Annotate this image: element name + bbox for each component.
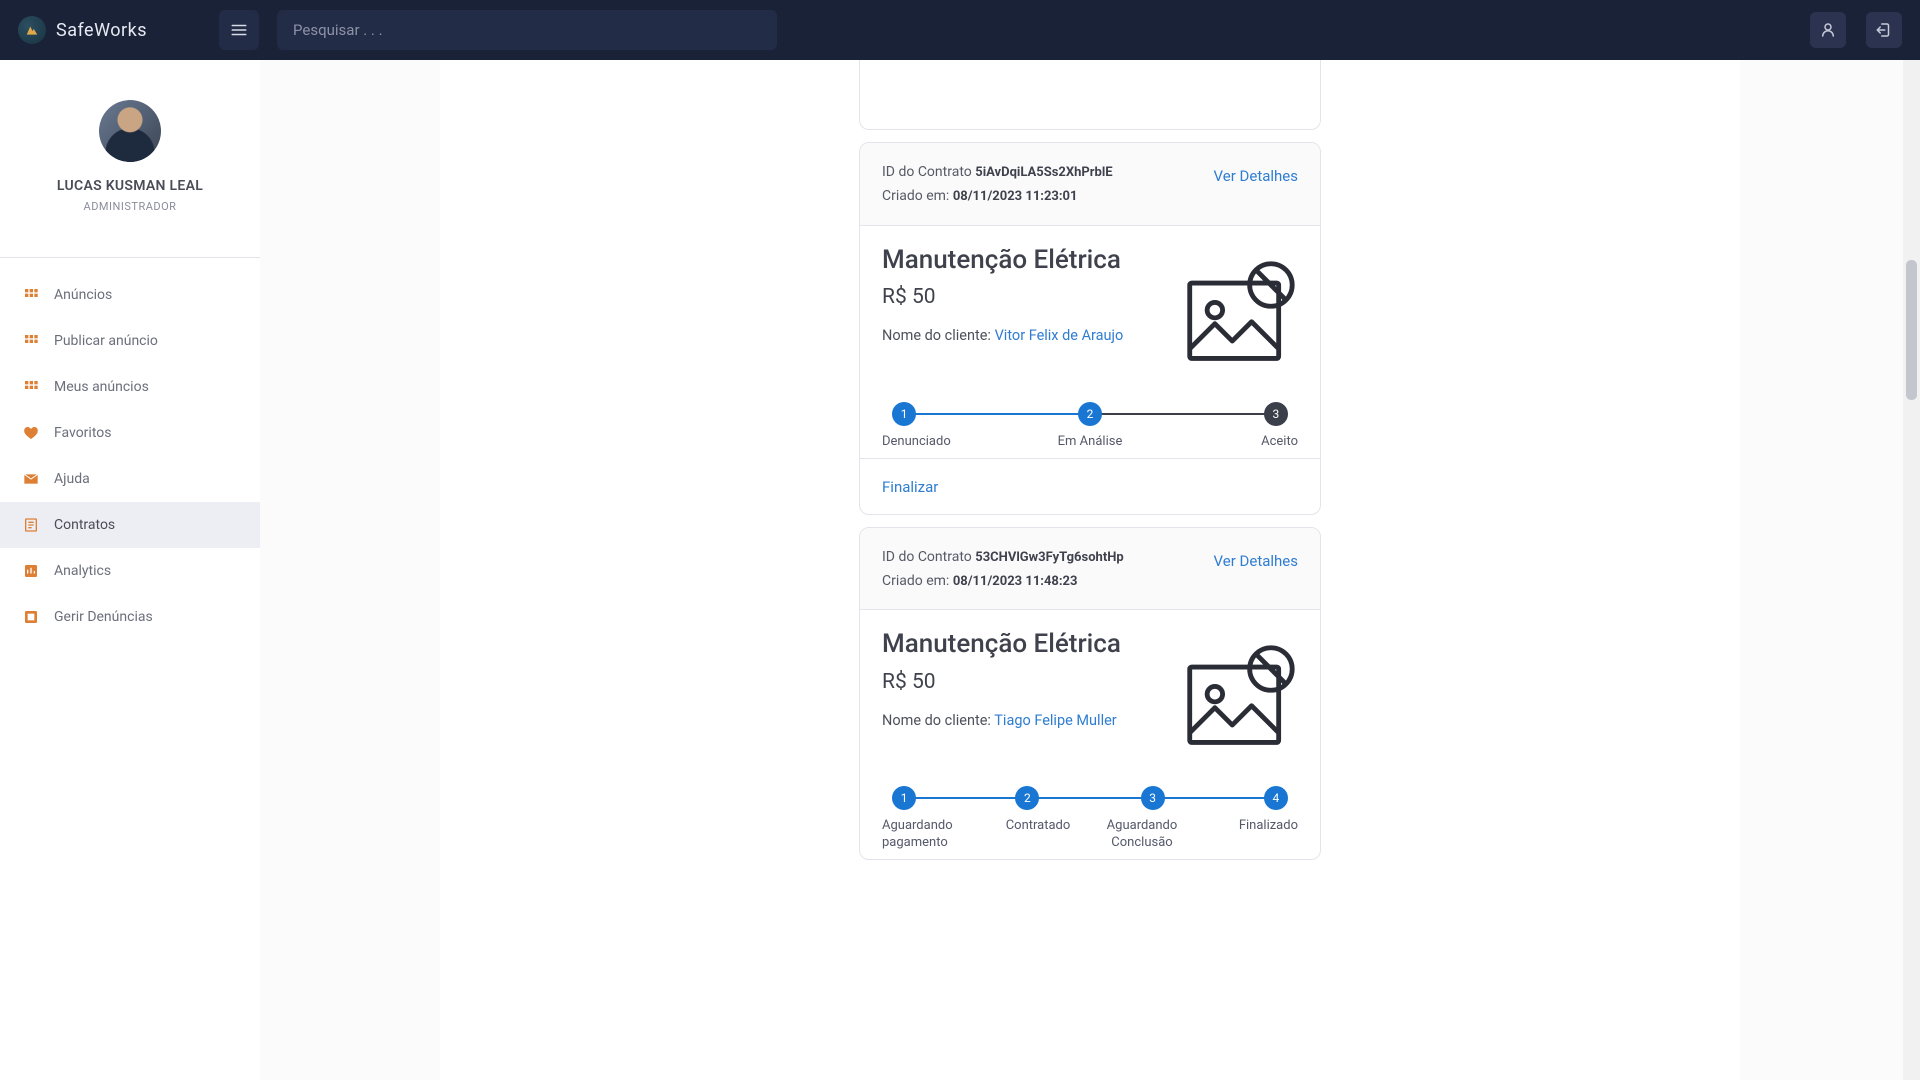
sidebar-item-favoritos[interactable]: Favoritos — [0, 410, 260, 456]
scrollbar[interactable] — [1903, 60, 1920, 1080]
step-dot: 3 — [1264, 402, 1288, 426]
view-details-link[interactable]: Ver Detalhes — [1214, 167, 1298, 185]
contract-created-label: Criado em: — [882, 573, 949, 589]
client-name-label: Nome do cliente: — [882, 327, 991, 344]
contract-card: ID do Contrato 5iAvDqiLA5Ss2XhPrblE Cria… — [859, 142, 1321, 515]
step-dot: 1 — [892, 402, 916, 426]
step-dot: 3 — [1141, 786, 1165, 810]
profile-role: ADMINISTRADOR — [0, 200, 260, 213]
step-dot: 2 — [1015, 786, 1039, 810]
profile-name: LUCAS KUSMAN LEAL — [0, 178, 260, 194]
contract-card: ID do Contrato 53CHVlGw3FyTg6sohtHp Cria… — [859, 527, 1321, 860]
sidebar-item-analytics[interactable]: Analytics — [0, 548, 260, 594]
main-content: ID do Contrato 5iAvDqiLA5Ss2XhPrblE Cria… — [260, 60, 1920, 1080]
step-label: Finalizado — [1194, 818, 1298, 851]
chart-icon — [22, 562, 40, 580]
search-wrap — [277, 10, 777, 50]
brand[interactable]: SafeWorks — [18, 16, 147, 44]
step-dot: 1 — [892, 786, 916, 810]
step-label: Aguardando Conclusão — [1090, 818, 1194, 851]
brand-logo-icon — [18, 16, 46, 44]
contract-created-value: 08/11/2023 11:23:01 — [953, 189, 1078, 204]
sidebar-item-gerir-denuncias[interactable]: Gerir Denúncias — [0, 594, 260, 640]
nav-list: Anúncios Publicar anúncio Meus anúncios … — [0, 258, 260, 654]
contract-id-label: ID do Contrato — [882, 164, 972, 180]
sidebar-item-label: Meus anúncios — [54, 379, 149, 395]
top-nav: SafeWorks — [0, 0, 1920, 60]
step-label: Aguardando pagamento — [882, 818, 986, 851]
service-title: Manutenção Elétrica — [882, 246, 1164, 276]
step-dot: 2 — [1078, 402, 1102, 426]
contract-created-label: Criado em: — [882, 188, 949, 204]
grid-icon — [22, 286, 40, 304]
sidebar-item-ajuda[interactable]: Ajuda — [0, 456, 260, 502]
search-input[interactable] — [277, 10, 777, 50]
view-details-link[interactable]: Ver Detalhes — [1214, 552, 1298, 570]
step-label: Em Análise — [1021, 434, 1160, 450]
contract-id-value: 53CHVlGw3FyTg6sohtHp — [975, 550, 1123, 565]
sidebar-item-label: Gerir Denúncias — [54, 609, 153, 625]
contract-card-partial — [859, 60, 1321, 130]
client-name-link[interactable]: Vitor Felix de Araujo — [995, 327, 1124, 344]
sidebar-item-label: Contratos — [54, 517, 115, 533]
contract-card-header: ID do Contrato 5iAvDqiLA5Ss2XhPrblE Cria… — [860, 143, 1320, 226]
status-stepper: 1 2 3 Denunciado Em Análise Aceito — [860, 382, 1320, 458]
no-image-icon — [1182, 640, 1298, 756]
sidebar-item-label: Favoritos — [54, 425, 111, 441]
finalize-link[interactable]: Finalizar — [882, 478, 938, 496]
step-label: Denunciado — [882, 434, 1021, 450]
client-name-link[interactable]: Tiago Felipe Muller — [994, 712, 1116, 729]
profile-block: LUCAS KUSMAN LEAL ADMINISTRADOR — [0, 60, 260, 237]
logout-button[interactable] — [1866, 12, 1902, 48]
user-icon — [1819, 21, 1837, 39]
sidebar-item-anuncios[interactable]: Anúncios — [0, 272, 260, 318]
service-title: Manutenção Elétrica — [882, 630, 1164, 660]
sidebar-item-meus-anuncios[interactable]: Meus anúncios — [0, 364, 260, 410]
sidebar-item-publicar[interactable]: Publicar anúncio — [0, 318, 260, 364]
contract-created-value: 08/11/2023 11:48:23 — [953, 574, 1078, 589]
contract-id-label: ID do Contrato — [882, 549, 972, 565]
sidebar-item-label: Publicar anúncio — [54, 333, 158, 349]
status-stepper: 1 2 3 4 Aguardando pagamento Contratado … — [860, 766, 1320, 859]
profile-button[interactable] — [1810, 12, 1846, 48]
mail-icon — [22, 470, 40, 488]
contract-id-value: 5iAvDqiLA5Ss2XhPrblE — [975, 165, 1112, 180]
sidebar-item-label: Analytics — [54, 563, 111, 579]
sidebar: LUCAS KUSMAN LEAL ADMINISTRADOR Anúncios… — [0, 60, 260, 1080]
grid-icon — [22, 378, 40, 396]
logout-icon — [1875, 21, 1893, 39]
no-image-icon — [1182, 256, 1298, 372]
step-dot: 4 — [1264, 786, 1288, 810]
step-label: Aceito — [1159, 434, 1298, 450]
grid-icon — [22, 332, 40, 350]
client-name-label: Nome do cliente: — [882, 712, 991, 729]
menu-icon — [230, 21, 248, 39]
flag-icon — [22, 608, 40, 626]
sidebar-item-label: Anúncios — [54, 287, 112, 303]
step-label: Contratado — [986, 818, 1090, 851]
sidebar-item-contratos[interactable]: Contratos — [0, 502, 260, 548]
brand-name: SafeWorks — [56, 20, 147, 41]
service-price: R$ 50 — [882, 285, 1164, 309]
sidebar-item-label: Ajuda — [54, 471, 90, 487]
contract-card-header: ID do Contrato 53CHVlGw3FyTg6sohtHp Cria… — [860, 528, 1320, 611]
avatar[interactable] — [99, 100, 161, 162]
heart-icon — [22, 424, 40, 442]
scrollbar-thumb[interactable] — [1906, 260, 1917, 400]
document-icon — [22, 516, 40, 534]
sidebar-toggle-button[interactable] — [219, 10, 259, 50]
service-price: R$ 50 — [882, 670, 1164, 694]
